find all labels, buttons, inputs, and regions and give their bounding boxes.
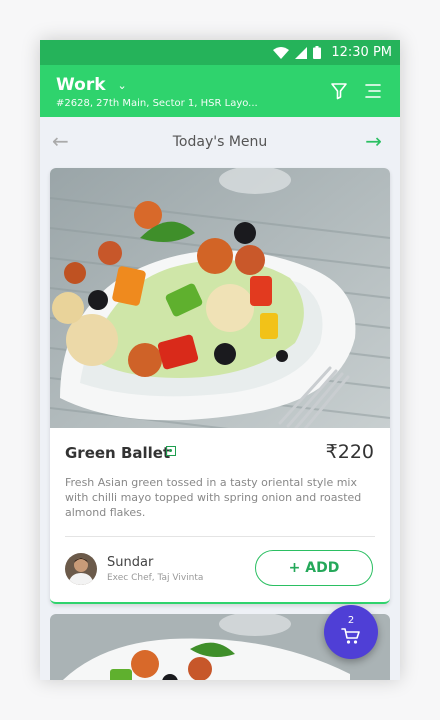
divider [65, 536, 375, 537]
veg-icon [166, 446, 176, 456]
wifi-icon [273, 46, 290, 59]
arrow-left-icon[interactable]: ← [52, 129, 69, 153]
chef-name: Sundar [107, 555, 154, 570]
dish-card[interactable]: Green Ballet ₹220 Fresh Asian green toss… [50, 168, 390, 604]
phone-screen: 12:30 PM Work ⌄ #2628, 27th Main, Sector… [40, 40, 400, 680]
filter-icon[interactable] [329, 81, 349, 101]
menu-icon[interactable] [363, 81, 383, 101]
chef-role: Exec Chef, Taj Vivinta [107, 573, 204, 583]
app-bar: Work ⌄ #2628, 27th Main, Sector 1, HSR L… [40, 65, 400, 117]
signal-icon [295, 46, 308, 59]
cart-count: 2 [347, 615, 355, 626]
arrow-right-icon[interactable]: → [365, 129, 382, 153]
chef-avatar [65, 553, 97, 585]
status-time: 12:30 PM [331, 45, 392, 60]
battery-icon [313, 46, 322, 59]
location-title: Work [56, 75, 106, 95]
menu-day-nav: ← Today's Menu → [40, 117, 400, 167]
add-to-cart-button[interactable]: + ADD [255, 550, 373, 586]
menu-title: Today's Menu [172, 134, 268, 150]
cart-button[interactable]: 2 [324, 605, 378, 659]
dish-description: Fresh Asian green tossed in a tasty orie… [65, 476, 362, 519]
location-selector[interactable]: Work ⌄ [56, 75, 127, 95]
dish-price: ₹220 [325, 441, 374, 463]
add-button-label: + ADD [288, 560, 340, 576]
status-bar: 12:30 PM [40, 40, 400, 65]
chevron-down-icon: ⌄ [117, 78, 127, 92]
dish-name: Green Ballet [65, 444, 171, 462]
dish-image [50, 168, 390, 428]
location-address: #2628, 27th Main, Sector 1, HSR Layo... [56, 98, 258, 109]
cart-icon [341, 628, 360, 644]
